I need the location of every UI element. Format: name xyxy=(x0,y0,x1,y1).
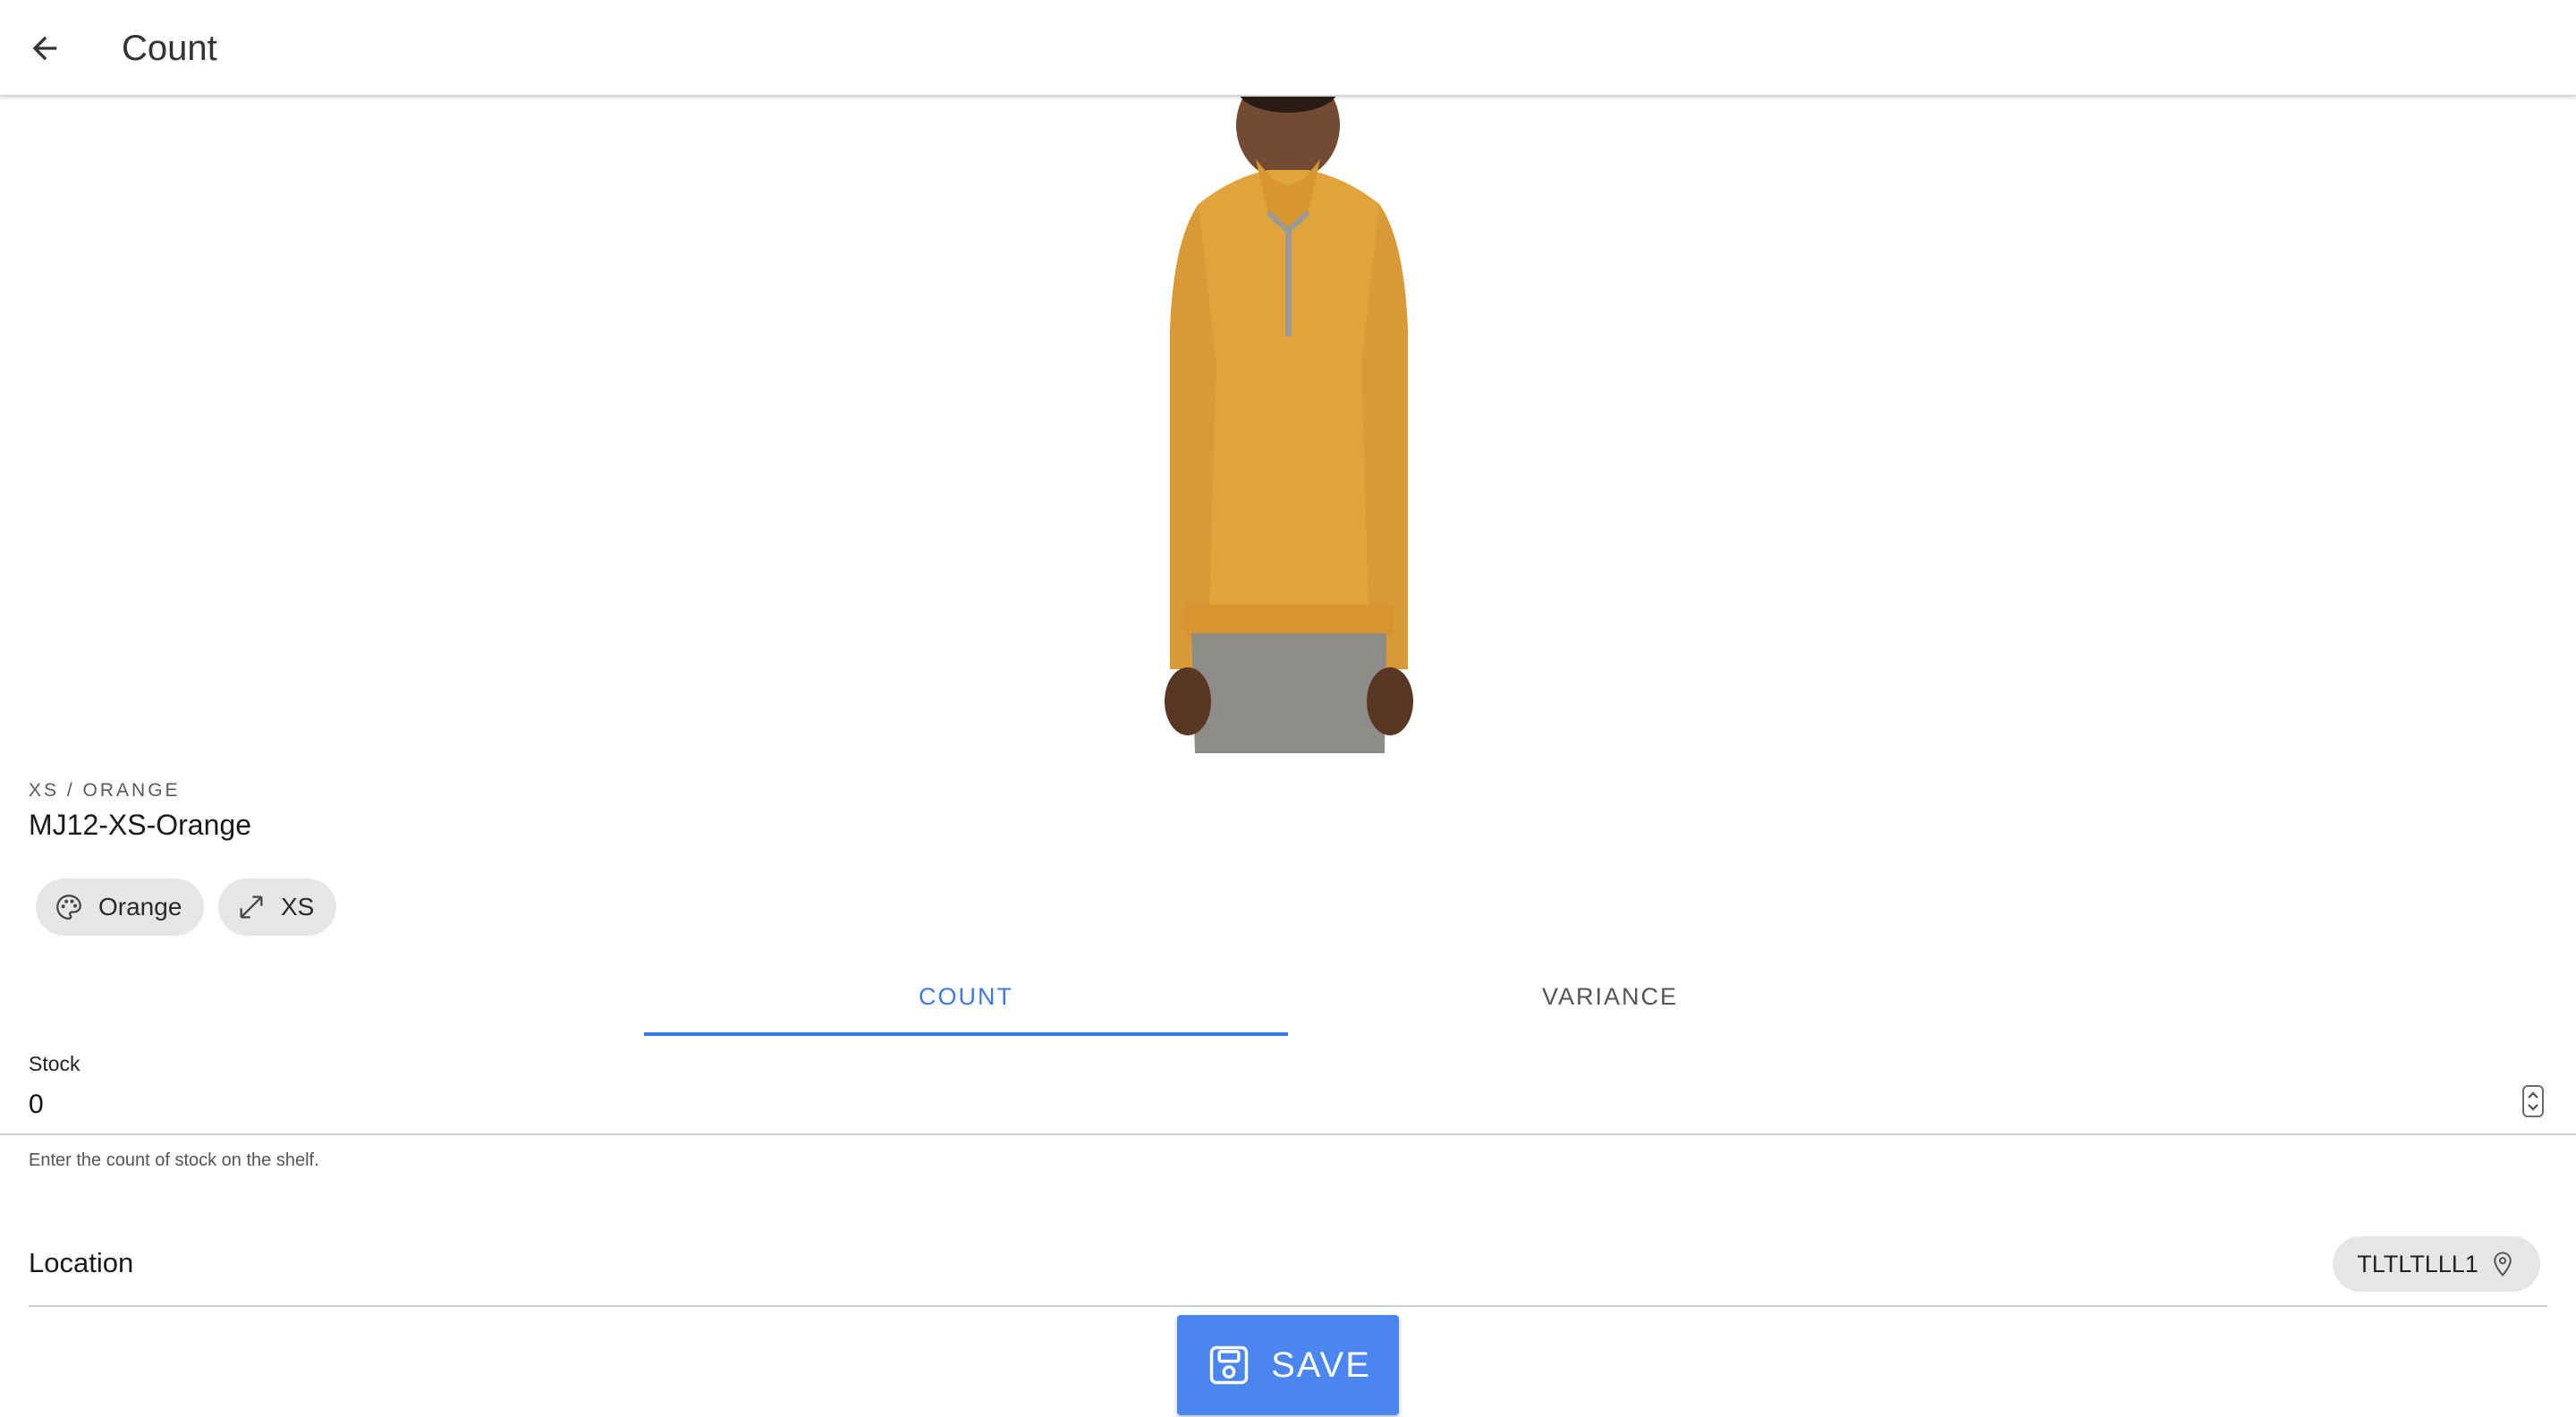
stock-divider xyxy=(0,1133,2576,1135)
location-divider xyxy=(29,1305,2547,1307)
resize-arrows-icon xyxy=(236,891,267,923)
quantity-stepper[interactable] xyxy=(2522,1085,2544,1117)
product-image xyxy=(1098,97,1478,753)
chip-label: XS xyxy=(281,893,315,921)
stepper-arrows-icon xyxy=(2528,1091,2538,1111)
stock-label: Stock xyxy=(29,1052,80,1075)
color-chip-orange[interactable]: Orange xyxy=(36,878,204,936)
floppy-disk-icon xyxy=(1205,1341,1253,1389)
stock-input[interactable] xyxy=(29,1082,2533,1127)
save-button[interactable]: SAVE xyxy=(1177,1315,1399,1415)
tab-count[interactable]: COUNT xyxy=(644,957,1288,1036)
app-header: Count xyxy=(0,0,2576,97)
chip-label: Orange xyxy=(98,893,182,921)
save-label: SAVE xyxy=(1271,1345,1371,1385)
map-pin-icon xyxy=(2489,1249,2516,1279)
arrow-left-icon xyxy=(32,36,57,61)
product-sku: MJ12-XS-Orange xyxy=(29,809,251,841)
tab-variance[interactable]: VARIANCE xyxy=(1288,957,1932,1036)
location-value: TLTLTLLL1 xyxy=(2357,1250,2479,1277)
variant-label: XS / ORANGE xyxy=(29,780,181,801)
location-label: Location xyxy=(29,1247,134,1278)
product-photo xyxy=(1165,97,1413,753)
tab-bar: COUNT VARIANCE xyxy=(644,957,1932,1036)
location-chip[interactable]: TLTLTLLL1 xyxy=(2333,1236,2540,1292)
stock-helper-text: Enter the count of stock on the shelf. xyxy=(29,1150,319,1170)
palette-icon xyxy=(54,891,84,923)
page-title: Count xyxy=(122,29,217,68)
back-button[interactable] xyxy=(18,21,72,75)
size-chip-xs[interactable]: XS xyxy=(218,878,336,936)
